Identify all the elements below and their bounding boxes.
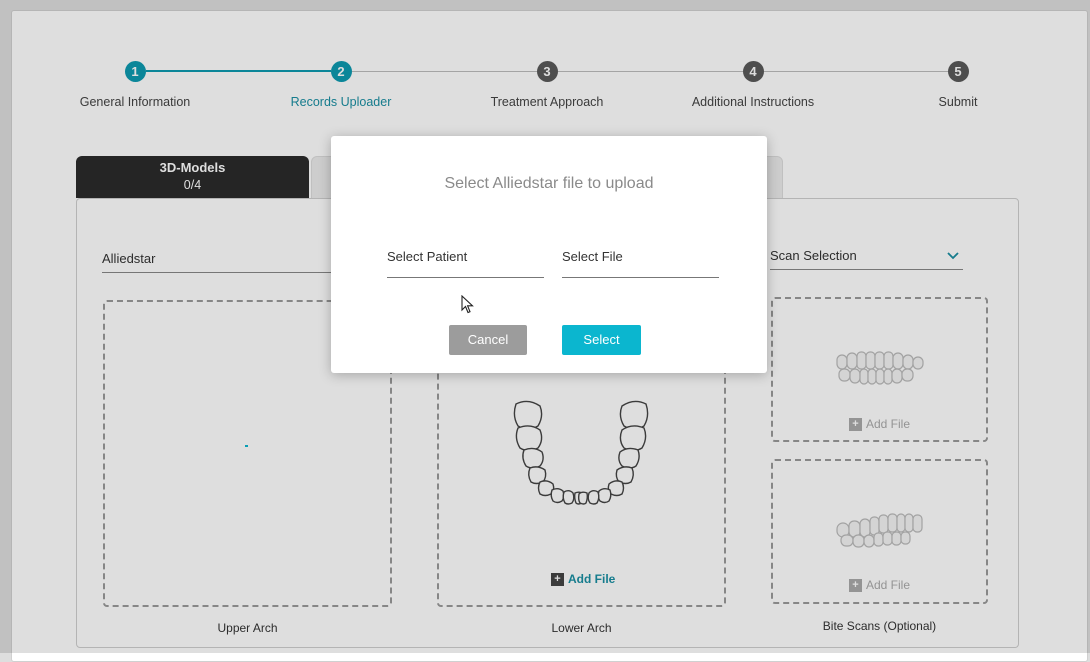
select-file-field[interactable]: Select File — [562, 249, 719, 278]
select-button[interactable]: Select — [562, 325, 641, 355]
upload-modal: Select Alliedstar file to upload Select … — [331, 136, 767, 373]
cancel-button[interactable]: Cancel — [449, 325, 527, 355]
select-patient-field[interactable]: Select Patient — [387, 249, 544, 278]
select-patient-placeholder: Select Patient — [387, 249, 468, 264]
mouse-cursor-icon — [461, 295, 474, 314]
select-file-placeholder: Select File — [562, 249, 623, 264]
modal-title: Select Alliedstar file to upload — [444, 175, 654, 192]
